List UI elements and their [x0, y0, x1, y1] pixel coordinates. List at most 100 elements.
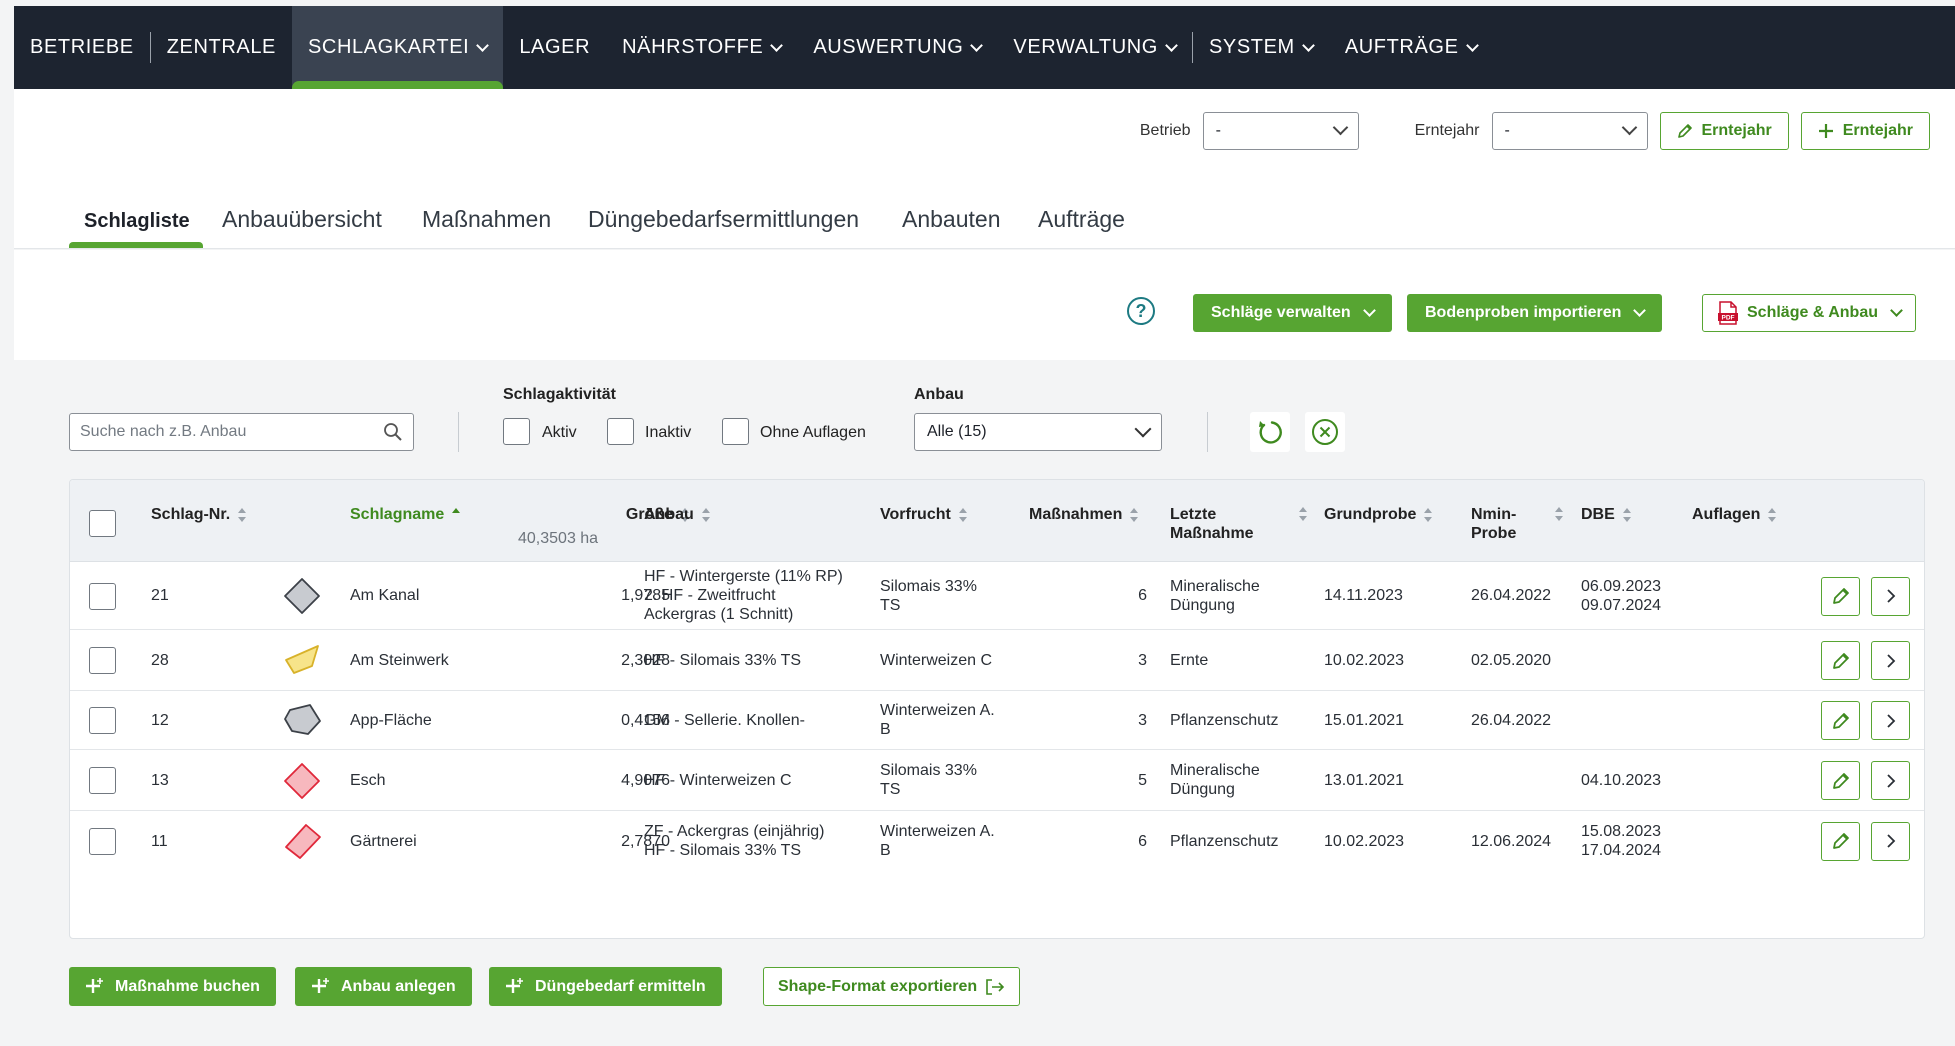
sort-icon [1768, 507, 1777, 522]
open-row-button[interactable] [1871, 761, 1910, 800]
cell-auflagen [1692, 562, 1782, 629]
edit-row-button[interactable] [1821, 576, 1860, 616]
duengebedarf-ermitteln-label: Düngebedarf ermitteln [535, 977, 706, 995]
tab-schlagliste[interactable]: Schlagliste [84, 210, 190, 233]
row-checkbox[interactable] [89, 582, 116, 610]
column-dbe-label: DBE [1581, 506, 1615, 523]
edit-row-button[interactable] [1821, 761, 1860, 800]
cell-anbau: HF - Wintergerste (11% RP) 2. HF - Zweit… [644, 568, 843, 623]
anbau-anlegen-button[interactable]: Anbau anlegen [295, 967, 472, 1006]
search-input[interactable] [80, 423, 383, 441]
table-row: 12 App-Fläche 0,4156 GM - Sellerie. Knollen… [70, 691, 1924, 750]
help-icon[interactable]: ? [1127, 297, 1155, 325]
schlaege-anbau-pdf-button[interactable]: PDF Schläge & Anbau [1702, 294, 1916, 332]
aktiv-label: Aktiv [542, 424, 577, 441]
sort-icon [238, 507, 247, 522]
open-row-button[interactable] [1871, 641, 1910, 680]
erntejahr-select[interactable]: - [1491, 111, 1648, 150]
tab-anbauuebersicht[interactable]: Anbauübersicht [222, 206, 382, 233]
cell-schlag-nr: 28 [151, 651, 169, 669]
cell-anbau: GM - Sellerie. Knollen- [644, 711, 805, 729]
column-nmin-probe[interactable]: Nmin- Probe [1471, 505, 1516, 543]
field-shape-icon [284, 578, 320, 614]
duengebedarf-ermitteln-button[interactable]: Düngebedarf ermitteln [489, 967, 722, 1006]
betrieb-select-value: - [1215, 121, 1221, 139]
cell-grundprobe: 10.02.2023 [1324, 651, 1405, 669]
cell-vorfrucht: Silomais 33% TS [880, 762, 977, 798]
table-row: 11 Gärtnerei 2,7870 ZF - Ackergras (einjähr… [70, 811, 1924, 871]
betrieb-select[interactable]: - [1202, 111, 1359, 150]
ohne-auflagen-checkbox[interactable] [722, 418, 749, 445]
cell-schlag-nr: 11 [151, 832, 168, 850]
add-erntejahr-button[interactable]: Erntejahr [1800, 111, 1930, 150]
row-checkbox[interactable] [89, 827, 116, 855]
cell-dbe: 15.08.2023 17.04.2024 [1581, 823, 1662, 859]
aktiv-checkbox[interactable] [503, 418, 530, 445]
cell-dbe [1581, 691, 1691, 749]
nav-item-system[interactable]: SYSTEM [1193, 6, 1329, 89]
nav-item-betriebe[interactable]: BETRIEBE [14, 6, 150, 89]
bodenproben-importieren-button[interactable]: Bodenproben importieren [1407, 294, 1663, 332]
column-schlagname[interactable]: Schlagname [350, 505, 461, 524]
tab-duengebedarfsermittlungen[interactable]: Düngebedarfsermittlungen [588, 206, 859, 233]
search-field[interactable] [69, 413, 414, 451]
nav-item-auftrage[interactable]: AUFTRÄGE [1329, 6, 1493, 89]
open-row-button[interactable] [1871, 701, 1910, 740]
chevron-down-icon [1134, 420, 1152, 437]
column-letzte-massnahme[interactable]: Letzte Maßnahme [1170, 505, 1254, 543]
search-icon[interactable] [383, 422, 403, 442]
nav-item-zentrale[interactable]: ZENTRALE [151, 6, 292, 89]
column-dbe[interactable]: DBE [1581, 505, 1632, 524]
column-grundprobe[interactable]: Grundprobe [1324, 505, 1433, 524]
sort-icon[interactable] [1555, 507, 1564, 521]
inaktiv-label: Inaktiv [645, 424, 692, 441]
shape-export-button[interactable]: Shape-Format exportieren [763, 967, 1021, 1006]
column-vorfrucht[interactable]: Vorfrucht [880, 505, 968, 524]
column-massnahmen[interactable]: Maßnahmen [1029, 505, 1139, 524]
open-row-button[interactable] [1871, 821, 1910, 861]
nav-item-nahrstoffe[interactable]: NÄHRSTOFFE [606, 6, 797, 89]
cell-schlag-nr: 21 [151, 587, 169, 604]
column-anbau[interactable]: Anbau [644, 505, 711, 524]
clear-filter-button[interactable] [1305, 412, 1345, 452]
schlaege-verwalten-button[interactable]: Schläge verwalten [1193, 294, 1392, 332]
massnahme-buchen-button[interactable]: Maßnahme buchen [69, 967, 276, 1006]
nav-item-schlagkartei[interactable]: SCHLAGKARTEI [291, 6, 504, 89]
cell-schlagname: Gärtnerei [350, 832, 417, 850]
reset-filter-button[interactable] [1250, 412, 1290, 452]
nav-item-verwaltung[interactable]: VERWALTUNG [997, 6, 1192, 89]
cell-grundprobe: 15.01.2021 [1324, 711, 1405, 729]
sort-icon [958, 507, 968, 522]
filter-divider [458, 412, 459, 452]
tab-auftraege[interactable]: Aufträge [1038, 206, 1125, 233]
sort-icon[interactable] [1299, 507, 1308, 521]
cell-schlag-nr: 13 [151, 771, 169, 789]
table-row: 28 Am Steinwerk 2,3028 HF - Silomais 33% TS… [70, 630, 1924, 691]
nav-item-lager[interactable]: LAGER [503, 6, 606, 89]
column-anbau-label: Anbau [644, 506, 694, 523]
nav-item-auswertung[interactable]: AUSWERTUNG [797, 6, 997, 89]
chevron-down-icon [1362, 304, 1376, 317]
column-letzte-massnahme-label: Letzte Maßnahme [1170, 506, 1254, 542]
tab-anbauten[interactable]: Anbauten [902, 206, 1000, 233]
open-row-button[interactable] [1871, 576, 1910, 616]
cell-schlagname: Am Steinwerk [350, 651, 449, 669]
tab-massnahmen[interactable]: Maßnahmen [422, 206, 551, 233]
row-checkbox[interactable] [89, 767, 116, 794]
column-auflagen[interactable]: Auflagen [1692, 505, 1777, 524]
inaktiv-checkbox[interactable] [607, 418, 634, 445]
anbau-select[interactable]: Alle (15) [914, 413, 1162, 451]
edit-row-button[interactable] [1821, 821, 1860, 861]
column-auflagen-label: Auflagen [1692, 506, 1761, 523]
cell-nmin-probe [1471, 750, 1581, 810]
edit-row-button[interactable] [1821, 701, 1860, 740]
row-checkbox[interactable] [89, 707, 116, 734]
cell-massnahmen: 3 [1138, 711, 1147, 729]
edit-erntejahr-button[interactable]: Erntejahr [1659, 111, 1789, 150]
row-checkbox[interactable] [89, 647, 116, 674]
column-schlag-nr[interactable]: Schlag-Nr. [151, 505, 247, 524]
schlaege-verwalten-label: Schläge verwalten [1211, 304, 1351, 321]
export-icon [986, 978, 1005, 995]
select-all-checkbox[interactable] [89, 510, 116, 537]
edit-row-button[interactable] [1821, 641, 1860, 680]
